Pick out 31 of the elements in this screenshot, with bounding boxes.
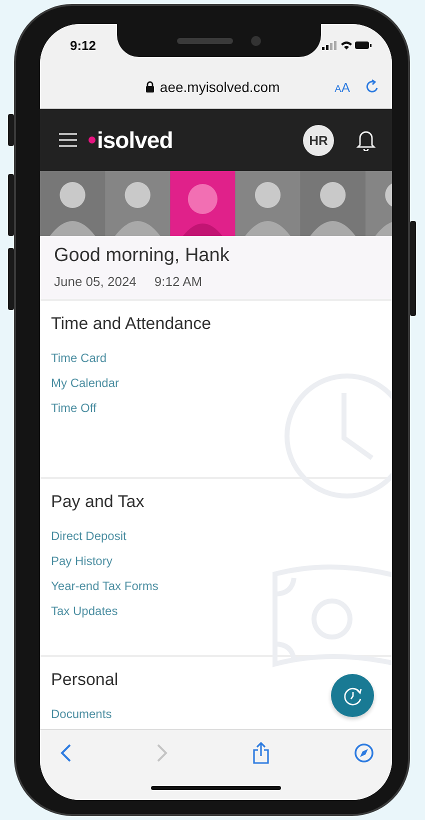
section-link[interactable]: Documents: [51, 702, 112, 727]
section-link[interactable]: Time Card: [51, 346, 107, 371]
address-bar[interactable]: aee.myisolved.com: [40, 79, 335, 95]
menu-icon[interactable]: [58, 132, 78, 148]
compass-icon[interactable]: [354, 743, 374, 763]
section-link[interactable]: Tax Updates: [51, 599, 118, 624]
text-size-button[interactable]: AA: [334, 80, 350, 94]
section-link[interactable]: Year-end Tax Forms: [51, 574, 158, 599]
logo[interactable]: isolved: [97, 126, 173, 154]
status-time: 9:12: [70, 38, 96, 52]
share-icon[interactable]: [252, 742, 270, 764]
lock-icon: [144, 81, 155, 93]
avatar[interactable]: HR: [303, 124, 334, 156]
section-link[interactable]: Direct Deposit: [51, 524, 126, 549]
greeting: Good morning, Hank: [54, 245, 230, 267]
section-title: Time and Attendance: [51, 314, 212, 334]
status-icons: [322, 39, 372, 51]
section-title: Personal: [51, 670, 118, 690]
section-link[interactable]: Pay History: [51, 549, 112, 574]
date-text: June 05, 2024: [54, 274, 136, 289]
url-text: aee.myisolved.com: [160, 79, 280, 95]
reload-icon[interactable]: [364, 79, 380, 95]
history-button[interactable]: [331, 674, 374, 717]
section-link[interactable]: My Calendar: [51, 371, 120, 396]
section-title: Pay and Tax: [51, 492, 144, 512]
back-icon[interactable]: [60, 743, 72, 763]
time-text: 9:12 AM: [154, 274, 202, 289]
dot-icon: [88, 136, 96, 144]
side-button[interactable]: [8, 114, 14, 146]
bell-icon[interactable]: [356, 129, 376, 151]
section-link[interactable]: Time Off: [51, 396, 96, 421]
